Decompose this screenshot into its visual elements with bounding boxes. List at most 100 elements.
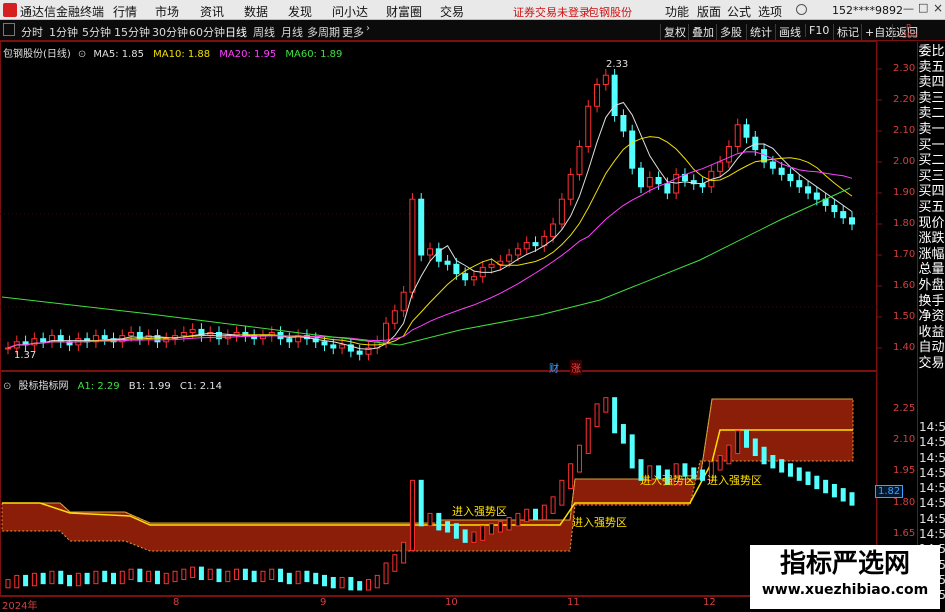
- quote-label-ask4[interactable]: 卖四: [918, 75, 945, 91]
- menu-item-ask[interactable]: 问小达: [332, 3, 368, 20]
- candle-body: [620, 115, 627, 132]
- sub-candle-body: [392, 554, 398, 572]
- quote-label-outer-volume[interactable]: 外盘: [918, 278, 945, 294]
- menu-item-options[interactable]: 选项: [758, 3, 782, 20]
- more-chevron-icon[interactable]: ›: [366, 23, 370, 34]
- tab-1min[interactable]: 1分钟: [49, 24, 78, 40]
- price-tick: 2.20: [893, 94, 916, 105]
- quote-label-ask2[interactable]: 卖二: [918, 106, 945, 122]
- candle-body: [427, 248, 433, 256]
- sub-candle-body: [198, 566, 204, 581]
- tab-intraday[interactable]: 分时: [21, 24, 43, 40]
- candle-body: [216, 332, 222, 340]
- quote-label-turnover[interactable]: 换手: [918, 294, 945, 310]
- tab-30min[interactable]: 30分钟: [152, 24, 188, 40]
- candle-body: [690, 180, 697, 185]
- quote-label-bid2[interactable]: 买二: [918, 153, 945, 169]
- menu-item-news[interactable]: 资讯: [200, 3, 224, 20]
- quote-label-ask3[interactable]: 卖三: [918, 91, 945, 107]
- candle-body: [558, 198, 565, 225]
- tool-overlay[interactable]: 叠加: [688, 24, 717, 40]
- quote-label-bid4[interactable]: 买四: [918, 184, 945, 200]
- menu-item-function[interactable]: 功能: [665, 3, 689, 20]
- maximize-icon[interactable]: □: [918, 1, 928, 14]
- menu-item-data[interactable]: 数据: [244, 3, 268, 20]
- tab-15min[interactable]: 15分钟: [114, 24, 150, 40]
- sub-candle-body: [603, 397, 609, 413]
- quote-label-ask5[interactable]: 卖五: [918, 60, 945, 76]
- quote-label-change[interactable]: 涨跌: [918, 231, 945, 247]
- quote-label-volume[interactable]: 总量: [918, 262, 945, 278]
- tool-statistics[interactable]: 统计: [746, 24, 775, 40]
- watermark-url: www.xuezhibiao.com: [761, 582, 929, 598]
- sub-candle-body: [814, 475, 820, 490]
- menu-item-wealth-circle[interactable]: 财富圈: [386, 3, 422, 20]
- tab-weekly[interactable]: 周线: [253, 24, 275, 40]
- menu-item-discover[interactable]: 发现: [288, 3, 312, 20]
- sub-candle-body: [67, 574, 73, 587]
- tool-multi-stock[interactable]: 多股: [716, 24, 745, 40]
- quote-label-order-ratio[interactable]: 委比: [918, 44, 945, 60]
- quote-label-bid5[interactable]: 买五: [918, 200, 945, 216]
- quote-label-bid1[interactable]: 买一: [918, 138, 945, 154]
- candle-body: [646, 177, 653, 188]
- sub-candle-body: [128, 568, 134, 581]
- quote-label-earnings[interactable]: 收益: [918, 325, 945, 341]
- sub-candle-body: [102, 570, 108, 583]
- main-chart-legend: 包钢股份(日线) ⊙ MA5: 1.85 MA10: 1.88 MA20: 1.…: [3, 42, 342, 60]
- candle-body: [163, 338, 170, 343]
- menu-item-formula[interactable]: 公式: [727, 3, 751, 20]
- auto-trade-label-1[interactable]: 自动: [918, 340, 945, 356]
- price-tick: 2.00: [893, 156, 916, 167]
- trade-login-status[interactable]: 证券交易未登录: [513, 4, 590, 20]
- rise-marker[interactable]: 涨: [570, 360, 582, 375]
- sub-settings-icon[interactable]: ⊙: [3, 381, 11, 392]
- menu-item-layout[interactable]: 版面: [697, 3, 721, 20]
- tool-f10[interactable]: F10: [805, 24, 832, 37]
- ma60-line: [1, 187, 851, 346]
- candle-body: [849, 217, 855, 225]
- candle-body: [743, 124, 750, 138]
- candle-body: [312, 338, 319, 343]
- price-tick: 2.30: [893, 63, 916, 74]
- toolbar-menu-icon[interactable]: [3, 23, 15, 36]
- quote-label-change-pct[interactable]: 涨幅: [918, 247, 945, 263]
- candle-body: [629, 130, 636, 169]
- tab-daily[interactable]: 日线: [225, 24, 247, 40]
- quote-label-bid3[interactable]: 买三: [918, 169, 945, 185]
- menu-item-trade[interactable]: 交易: [440, 3, 464, 20]
- user-icon[interactable]: [796, 4, 807, 15]
- tool-draw-line[interactable]: 画线: [775, 24, 804, 40]
- tab-monthly[interactable]: 月线: [281, 24, 303, 40]
- sub-candle-body: [322, 574, 327, 587]
- tool-adjust[interactable]: 复权: [660, 24, 689, 40]
- menu-item-market-quotes[interactable]: 行情: [113, 3, 137, 20]
- quote-label-net-assets[interactable]: 净资: [918, 309, 945, 325]
- tab-multi-period[interactable]: 多周期: [307, 24, 340, 40]
- sub-candle-body: [594, 403, 600, 428]
- candle-body: [506, 254, 513, 262]
- tick-time: 14:56: [919, 481, 945, 496]
- ma-settings-icon[interactable]: ⊙: [78, 49, 86, 60]
- tool-mark[interactable]: 标记: [833, 24, 862, 40]
- sub-candle-body: [295, 570, 301, 585]
- quote-label-price[interactable]: 现价: [918, 216, 945, 232]
- finance-marker[interactable]: 财: [549, 360, 559, 375]
- sub-candle-body: [796, 467, 802, 481]
- candle-body: [585, 105, 592, 147]
- tick-time: 14:56: [919, 435, 945, 450]
- tab-5min[interactable]: 5分钟: [82, 24, 111, 40]
- date-tick: 2024年: [2, 601, 38, 612]
- tab-more[interactable]: 更多: [342, 24, 364, 40]
- sub-candle-body: [445, 521, 451, 533]
- quote-label-ask1[interactable]: 卖一: [918, 122, 945, 138]
- tab-60min[interactable]: 60分钟: [189, 24, 225, 40]
- close-icon[interactable]: ×: [933, 1, 943, 15]
- chart-toolbar: 分时 1分钟 5分钟 15分钟 30分钟 60分钟 日线 周线 月线 多周期 更…: [0, 20, 945, 41]
- candle-body: [725, 146, 732, 163]
- menu-item-market[interactable]: 市场: [155, 3, 179, 20]
- candle-body: [453, 263, 460, 275]
- auto-trade-label-2[interactable]: 交易: [918, 356, 945, 372]
- minimize-icon[interactable]: —: [903, 2, 914, 15]
- user-phone[interactable]: 152****9892: [832, 4, 903, 17]
